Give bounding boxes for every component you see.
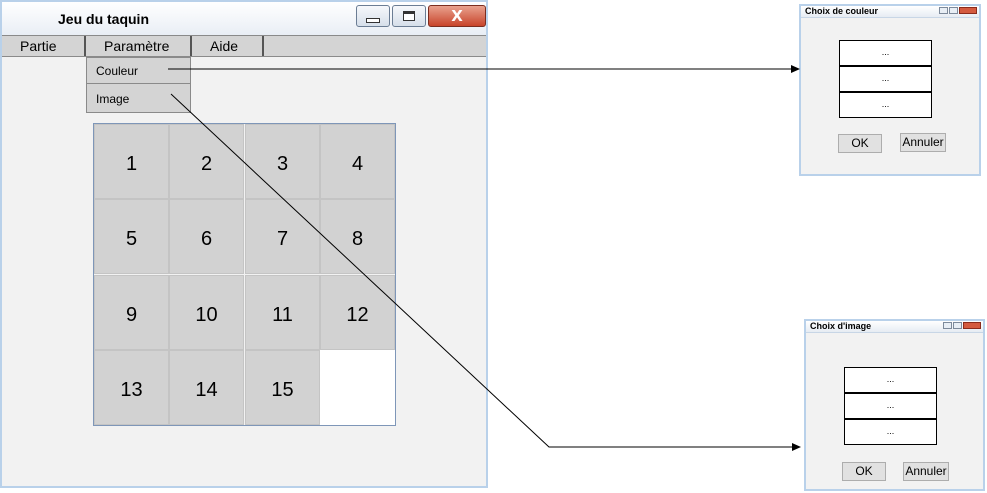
- connector-arrows: [168, 65, 801, 451]
- arrow-couleur-head: [791, 65, 800, 73]
- arrow-image-head: [792, 443, 801, 451]
- arrow-image-line: [170, 93, 792, 448]
